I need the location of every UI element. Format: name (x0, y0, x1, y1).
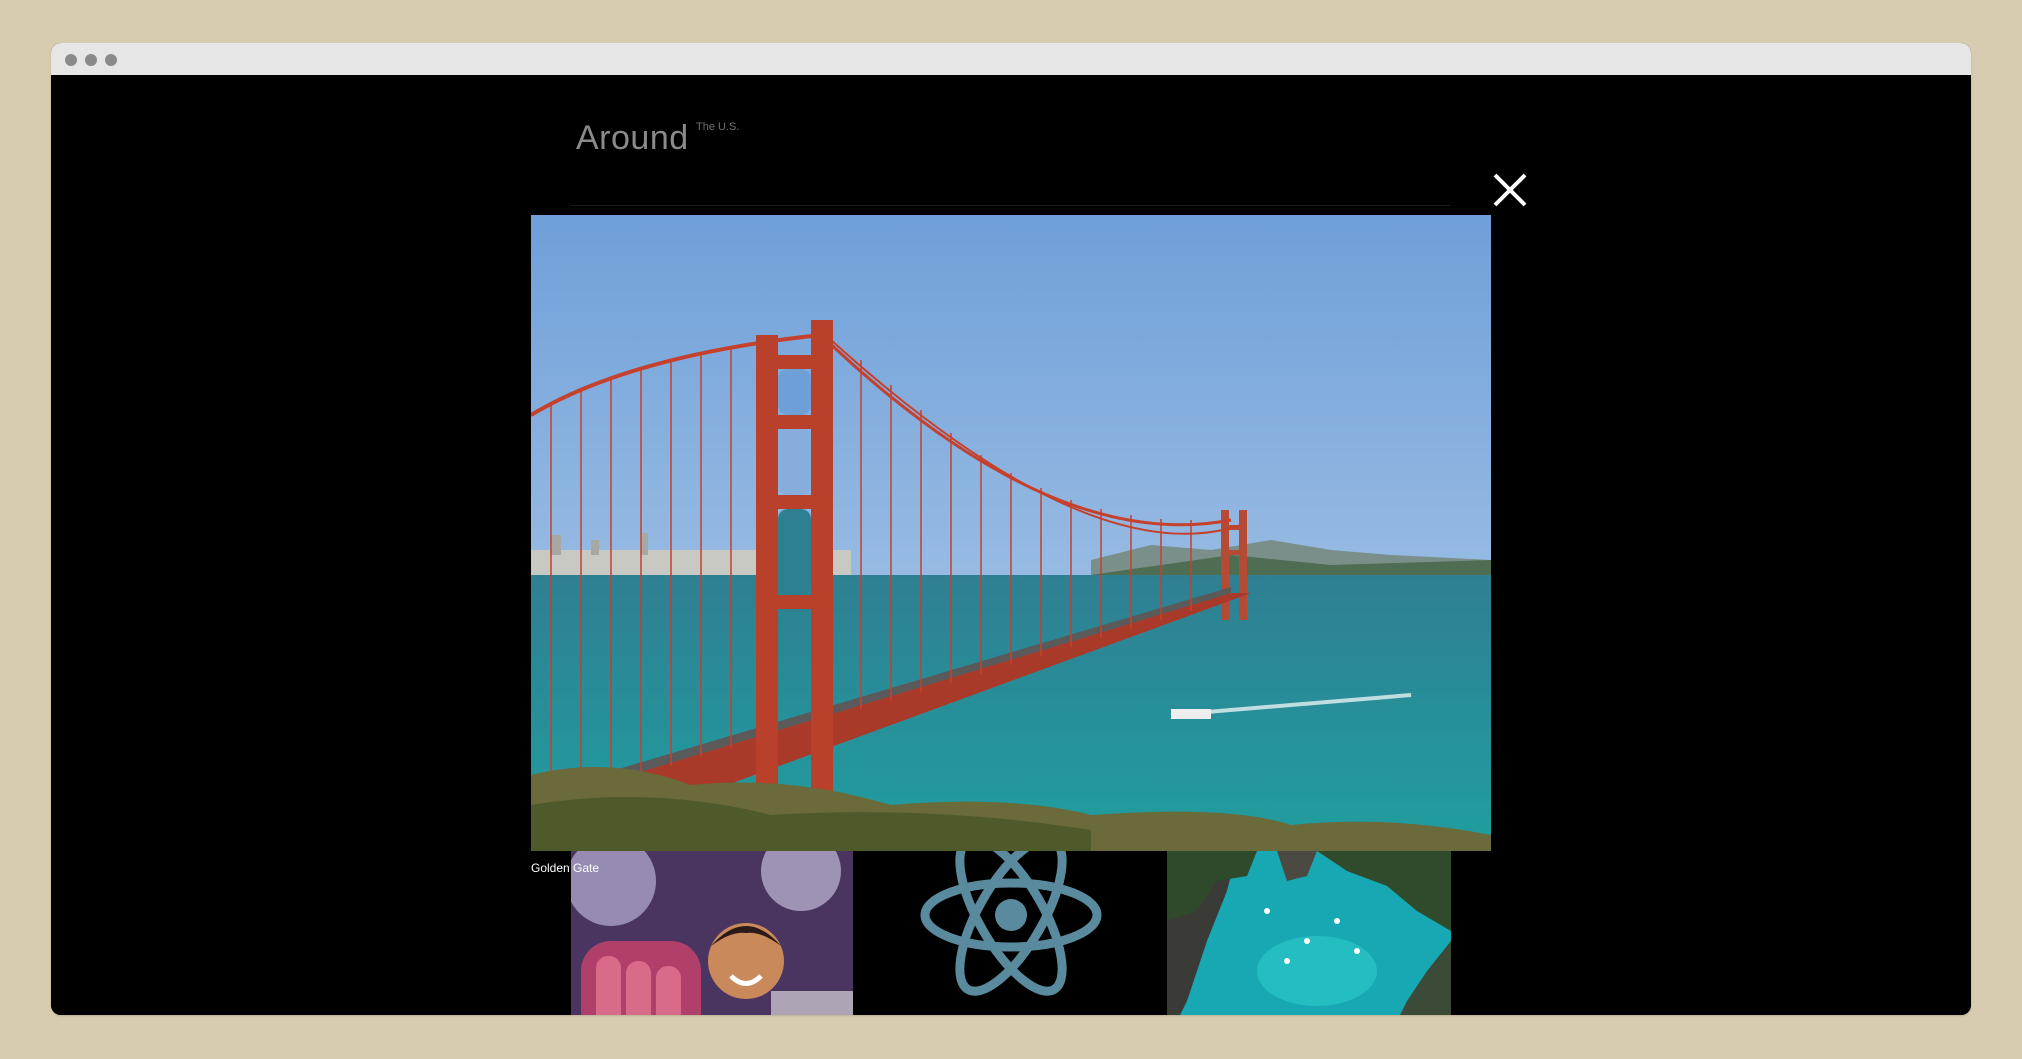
react-logo-icon (853, 851, 1167, 1015)
site-brand[interactable]: Around The U.S. (576, 119, 739, 158)
window-dot-icon[interactable] (105, 54, 117, 66)
close-button[interactable] (1491, 171, 1529, 209)
lagoon-photo-icon (1167, 851, 1451, 1015)
lightbox-caption: Golden Gate (531, 861, 600, 875)
brand-title: Around (576, 119, 689, 157)
window-dot-icon[interactable] (85, 54, 97, 66)
close-icon (1493, 173, 1527, 207)
photo-gallery (571, 851, 1451, 1015)
lightbox-image (531, 215, 1491, 851)
anime-artwork-icon (571, 851, 853, 1015)
browser-window: Around The U.S. Golden Gate (51, 43, 1971, 1015)
window-dot-icon[interactable] (65, 54, 77, 66)
window-titlebar (51, 43, 1971, 76)
brand-subtitle: The U.S. (696, 121, 740, 133)
golden-gate-photo (531, 215, 1491, 851)
header-divider (571, 205, 1451, 206)
page-viewport: Around The U.S. Golden Gate (51, 75, 1971, 1015)
gallery-thumb[interactable] (1167, 851, 1451, 1015)
gallery-thumb[interactable] (571, 851, 853, 1015)
gallery-thumb[interactable] (853, 851, 1167, 1015)
